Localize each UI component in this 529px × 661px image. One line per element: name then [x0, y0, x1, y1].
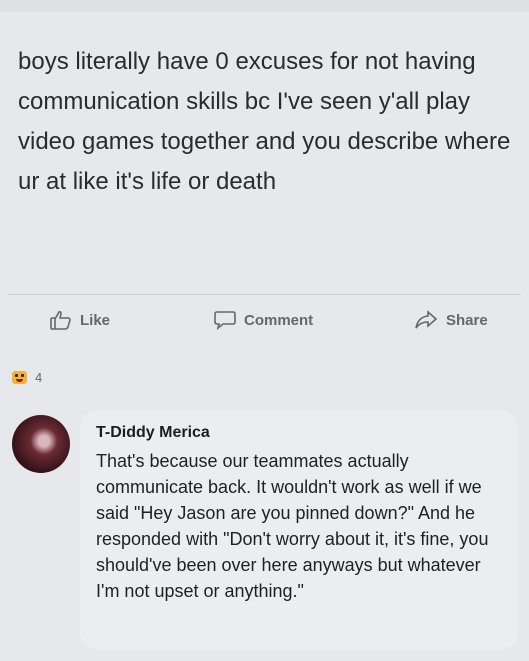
- comment-label: Comment: [244, 311, 314, 329]
- share-label: Share: [446, 311, 488, 329]
- comment-text: That's because our teammates actually co…: [96, 451, 489, 601]
- emoji-reaction-icon: [12, 371, 27, 384]
- share-arrow-icon: [414, 310, 438, 330]
- comment-button[interactable]: Comment: [214, 306, 313, 334]
- avatar[interactable]: [12, 415, 70, 473]
- comment-bubble: T-Diddy Merica That's because our teamma…: [80, 410, 518, 650]
- reaction-count: 4: [35, 370, 43, 385]
- share-button[interactable]: Share: [414, 306, 488, 334]
- post-text: boys literally have 0 excuses for not ha…: [18, 48, 511, 195]
- comment-author[interactable]: T-Diddy Merica: [96, 424, 210, 442]
- post-divider: [8, 294, 521, 295]
- thumbs-up-icon: [50, 310, 72, 330]
- comment-icon: [214, 310, 236, 330]
- like-label: Like: [80, 311, 111, 329]
- like-button[interactable]: Like: [50, 306, 110, 334]
- reactions-summary[interactable]: 4: [12, 370, 42, 385]
- top-cropped-header: [0, 0, 529, 12]
- post-actions-bar: Like Comment Share: [0, 296, 529, 344]
- post: boys literally have 0 excuses for not ha…: [8, 12, 529, 292]
